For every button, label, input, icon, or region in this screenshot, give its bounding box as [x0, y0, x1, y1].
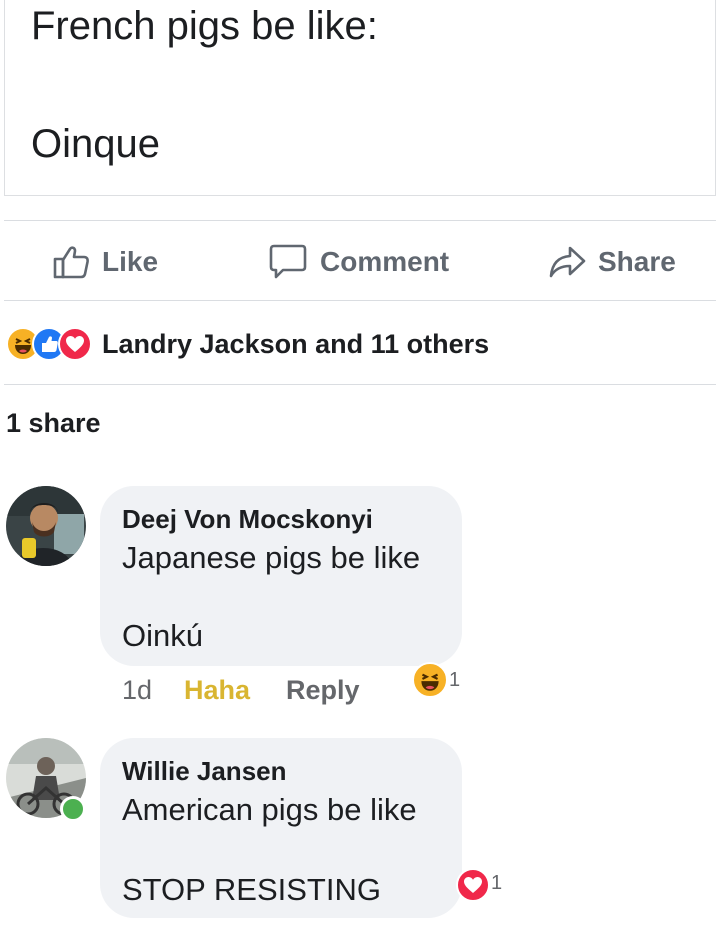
avatar[interactable]	[6, 486, 86, 566]
speech-bubble-icon	[268, 243, 308, 281]
comment-author[interactable]: Willie Jansen	[122, 756, 287, 787]
haha-reaction-link[interactable]: Haha	[184, 675, 250, 706]
comment-button[interactable]: Comment	[268, 240, 449, 284]
comment-text-line-1: Japanese pigs be like	[122, 540, 421, 575]
comment-reaction-count: 1	[449, 669, 461, 691]
post-text-line-2: Oinque	[31, 122, 160, 166]
online-status-dot	[60, 796, 86, 822]
reactions-summary[interactable]: Landry Jackson and 11 others	[6, 322, 489, 366]
share-button[interactable]: Share	[548, 240, 676, 284]
divider	[4, 300, 716, 301]
comment-bubble: Deej Von Mocskonyi Japanese pigs be like…	[100, 486, 462, 666]
comment-reaction-count: 1	[491, 872, 503, 894]
like-button[interactable]: Like	[52, 240, 158, 284]
love-reaction-icon	[58, 327, 92, 361]
share-arrow-icon	[548, 245, 586, 279]
comment-text-line-2: STOP RESISTING	[122, 872, 381, 907]
comment-bubble: Willie Jansen American pigs be like STOP…	[100, 738, 462, 918]
post-text-box: French pigs be like: Oinque	[4, 0, 716, 196]
divider	[4, 384, 716, 385]
reactions-summary-text: Landry Jackson and 11 others	[102, 328, 490, 359]
post-text-line-1: French pigs be like:	[31, 4, 378, 48]
comment-label: Comment	[320, 246, 450, 277]
divider	[4, 220, 716, 221]
like-label: Like	[102, 246, 159, 277]
reply-link[interactable]: Reply	[286, 675, 360, 706]
shares-count-link[interactable]: 1 share	[6, 408, 101, 439]
comment-timestamp[interactable]: 1d	[122, 675, 152, 706]
share-label: Share	[598, 246, 676, 277]
love-reaction-icon[interactable]	[456, 868, 490, 902]
thumbs-up-icon	[52, 244, 90, 280]
haha-reaction-icon[interactable]	[412, 662, 448, 698]
comment-text-line-2: Oinkú	[122, 618, 203, 653]
comment-text-line-1: American pigs be like	[122, 792, 417, 827]
comment-author[interactable]: Deej Von Mocskonyi	[122, 504, 373, 535]
